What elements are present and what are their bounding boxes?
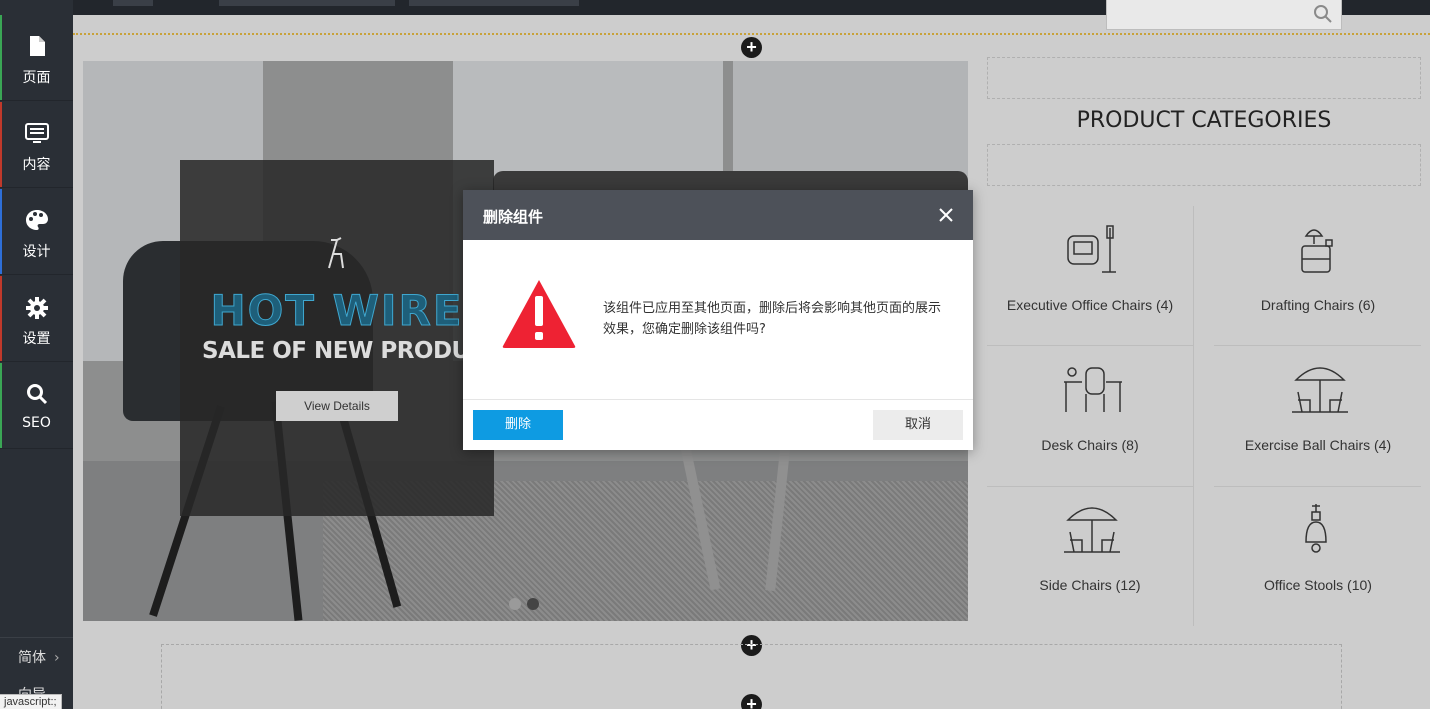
close-icon[interactable]	[937, 206, 955, 224]
carousel-dot[interactable]	[509, 598, 521, 610]
dialog-message: 该组件已应用至其他页面，删除后将会影响其他页面的展示效果，您确定删除该组件吗?	[603, 301, 942, 337]
page-icon	[29, 36, 45, 56]
category-item[interactable]: Drafting Chairs (6)	[1215, 206, 1421, 346]
sidebar-item-seo[interactable]: SEO	[0, 363, 73, 449]
category-grid: Executive Office Chairs (4) Drafting Cha…	[987, 206, 1421, 626]
toolbar-segment[interactable]	[113, 0, 153, 6]
search-icon	[26, 384, 47, 405]
sidebar-item-pages[interactable]: 页面	[0, 15, 73, 101]
toolbar-segment[interactable]	[409, 0, 579, 6]
category-name: Exercise Ball Chairs (4)	[1244, 437, 1392, 453]
delete-component-dialog: 删除组件 该组件已应用至其他页面，删除后将会影响其他页面的展示效果，您确定删除该…	[463, 190, 973, 450]
gear-icon	[25, 297, 48, 319]
sidebar-item-label: 内容	[22, 157, 51, 173]
dialog-body: 该组件已应用至其他页面，删除后将会影响其他页面的展示效果，您确定删除该组件吗?	[463, 240, 973, 400]
desk-chair-icon	[1064, 367, 1122, 412]
product-categories-title: PRODUCT CATEGORIES	[1076, 108, 1332, 133]
delete-button[interactable]: 删除	[473, 410, 563, 440]
promo-box: HOT WIRE SALE OF NEW PRODUCTS View Detai…	[180, 160, 518, 516]
sidebar-item-label: 页面	[22, 70, 51, 86]
grid-divider	[1193, 206, 1194, 626]
category-name: Desk Chairs (8)	[1041, 437, 1139, 453]
sidebar-item-label: SEO	[22, 415, 51, 431]
category-name: Side Chairs (12)	[1039, 577, 1141, 593]
search-icon[interactable]	[1313, 4, 1333, 24]
status-bar-url: javascript:;	[0, 694, 62, 709]
sidebar-item-label: 设计	[22, 244, 51, 260]
language-switcher[interactable]: 简体 ›	[0, 637, 73, 677]
drawer-lamp-icon	[1301, 229, 1333, 273]
category-name: Executive Office Chairs (4)	[1006, 297, 1174, 313]
sidebar-item-content[interactable]: 内容	[0, 102, 73, 188]
category-item[interactable]: Desk Chairs (8)	[987, 346, 1193, 486]
patio-umbrella-icon	[1064, 507, 1120, 553]
category-item[interactable]: Side Chairs (12)	[987, 486, 1193, 626]
patio-umbrella-icon	[1292, 367, 1348, 413]
dialog-footer: 删除 取消	[463, 399, 973, 450]
warning-icon	[502, 280, 576, 348]
category-item[interactable]: Office Stools (10)	[1215, 486, 1421, 626]
add-section-button[interactable]: +	[741, 37, 762, 58]
pendant-lamp-icon	[1305, 504, 1327, 553]
left-sidebar: 页面 内容 设计 设置 SEO 简体 › 向导	[0, 0, 73, 709]
view-details-button[interactable]: View Details	[276, 391, 398, 421]
site-search-box[interactable]	[1106, 0, 1342, 30]
category-name: Drafting Chairs (6)	[1260, 297, 1376, 313]
armchair-lamp-icon	[1067, 225, 1116, 273]
section-selection-outline	[73, 33, 1430, 35]
sidebar-item-label: 设置	[22, 331, 51, 347]
sidebar-item-settings[interactable]: 设置	[0, 276, 73, 362]
dialog-header: 删除组件	[463, 190, 973, 240]
content-icon	[24, 123, 49, 143]
language-label: 简体	[18, 650, 46, 666]
category-name: Office Stools (10)	[1264, 577, 1372, 593]
cancel-button[interactable]: 取消	[873, 410, 963, 440]
carousel-dot-active[interactable]	[527, 598, 539, 610]
chair-logo-icon	[328, 237, 344, 269]
category-item[interactable]: Exercise Ball Chairs (4)	[1215, 346, 1421, 486]
placeholder-area[interactable]	[987, 57, 1421, 99]
chevron-right-icon: ›	[54, 650, 60, 666]
category-item[interactable]: Executive Office Chairs (4)	[987, 206, 1193, 346]
sidebar-item-design[interactable]: 设计	[0, 189, 73, 275]
brand-text: HOT WIRE	[210, 286, 464, 336]
toolbar-segment[interactable]	[219, 0, 395, 6]
placeholder-area[interactable]	[987, 144, 1421, 186]
dialog-title: 删除组件	[483, 208, 544, 226]
add-section-button[interactable]: +	[741, 694, 762, 709]
palette-icon	[25, 210, 48, 230]
